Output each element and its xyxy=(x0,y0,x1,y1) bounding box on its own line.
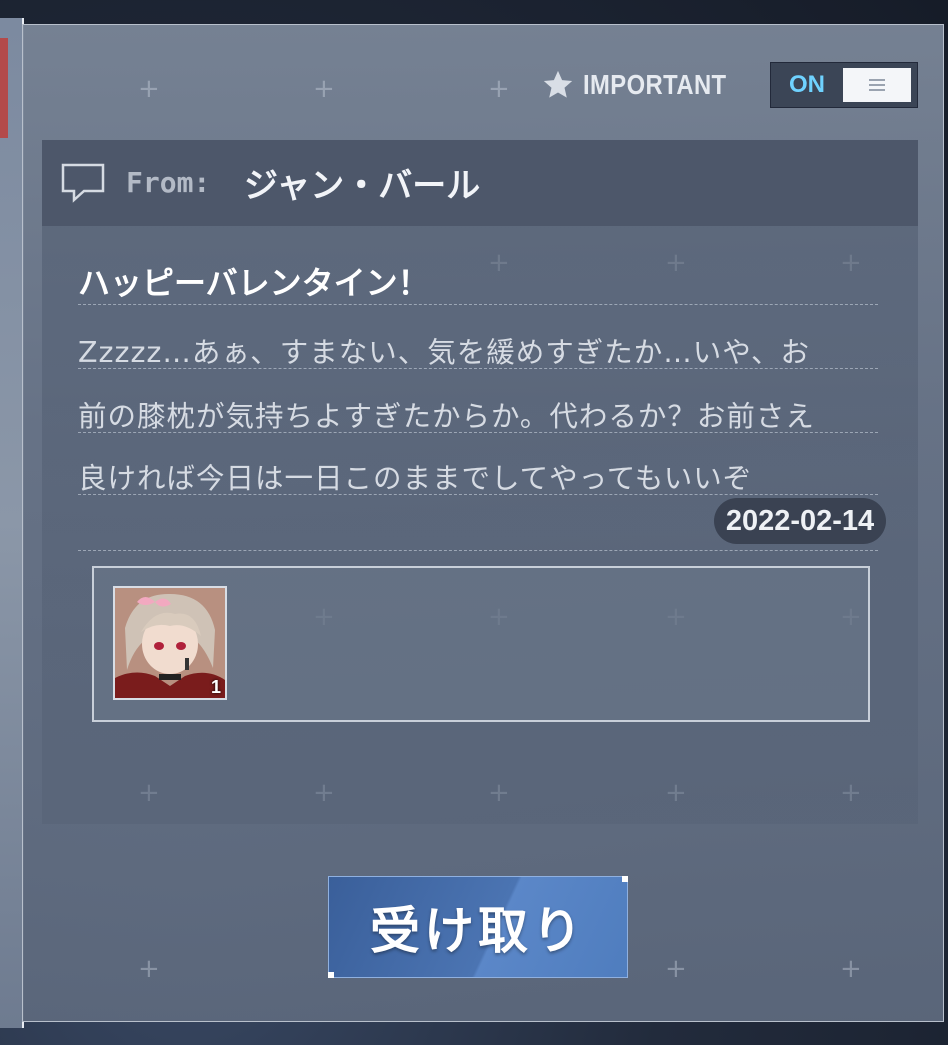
attachment-item[interactable]: 1 xyxy=(113,586,227,700)
receive-button[interactable]: 受け取り xyxy=(328,876,628,978)
grid-plus-mark: + xyxy=(138,74,160,104)
grid-plus-mark: + xyxy=(488,74,510,104)
important-label: IMPORTANT xyxy=(583,69,727,100)
character-portrait-icon xyxy=(115,588,225,698)
star-icon xyxy=(543,70,573,98)
left-red-tab xyxy=(0,38,8,138)
important-toggle[interactable]: ON xyxy=(770,62,918,108)
speech-bubble-icon xyxy=(61,163,105,203)
grid-plus-mark: + xyxy=(665,954,687,984)
divider xyxy=(78,368,878,369)
divider xyxy=(78,550,878,551)
button-corner-mark xyxy=(622,876,628,882)
mail-subject: ハッピーバレンタイン！ xyxy=(78,264,430,302)
divider xyxy=(78,432,878,433)
mail-date-badge: 2022-02-14 xyxy=(714,498,886,544)
sender-name: ジャン・バール xyxy=(244,166,481,206)
menu-lines-icon[interactable] xyxy=(843,68,911,102)
mail-body-line: 良ければ今日は一日このままでしてやってもいいぞ xyxy=(78,462,753,495)
item-quantity: 1 xyxy=(210,677,221,697)
divider xyxy=(78,304,878,305)
important-filter: IMPORTANT xyxy=(541,68,752,102)
receive-button-label: 受け取り xyxy=(370,901,586,960)
toggle-state-label: ON xyxy=(789,71,825,98)
mail-body-line: 前の膝枕が気持ちよすぎたからか。代わるか？お前さえ xyxy=(78,400,815,433)
button-corner-mark xyxy=(328,972,334,978)
left-panel-edge xyxy=(0,18,24,1028)
divider xyxy=(78,494,878,495)
from-label: From: xyxy=(126,166,211,199)
grid-plus-mark: + xyxy=(840,954,862,984)
mail-body-line: Zzzzz…あぁ、すまない、気を緩めすぎたか…いや、お xyxy=(78,336,810,369)
grid-plus-mark: + xyxy=(138,954,160,984)
grid-plus-mark: + xyxy=(313,74,335,104)
